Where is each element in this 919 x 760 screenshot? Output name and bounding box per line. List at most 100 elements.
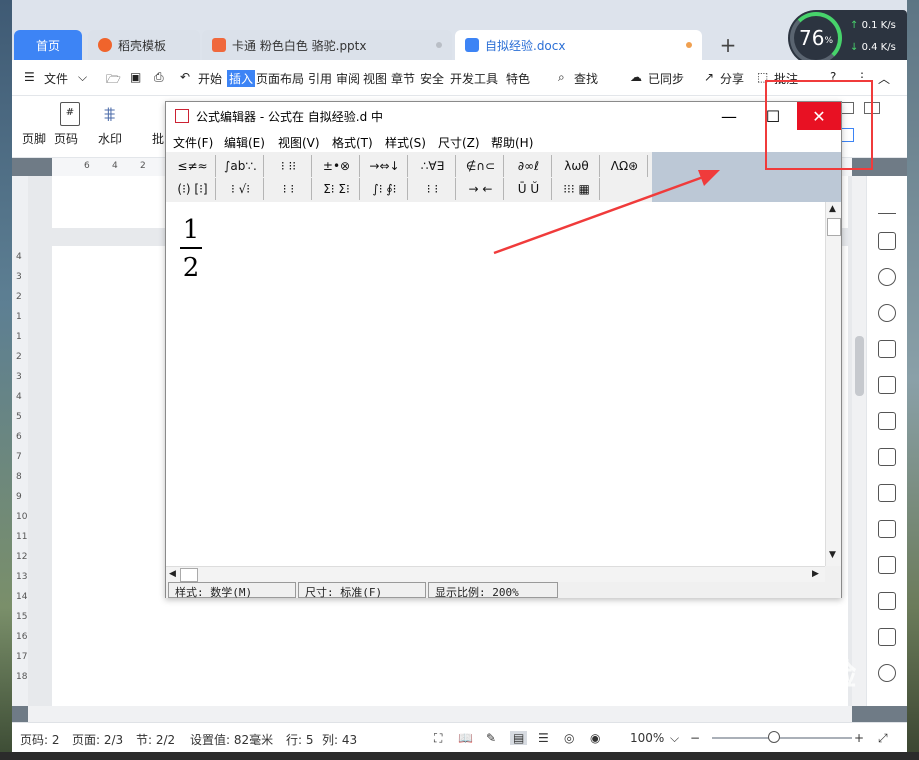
menu-review[interactable]: 审阅 — [336, 70, 360, 87]
fullscreen-icon[interactable]: ⛶ — [434, 731, 442, 746]
zoom-slider-thumb[interactable] — [768, 731, 780, 743]
scroll-up-icon[interactable]: ▲ — [829, 204, 836, 214]
eq-menu-format[interactable]: 格式(T) — [332, 134, 373, 151]
equation-horizontal-scrollbar[interactable]: ◀ ▶ — [166, 566, 825, 582]
status-section[interactable]: 节: 2/2 — [136, 731, 175, 748]
symbol-palette-embellishments[interactable]: ⁝ ⁝⁝ — [266, 155, 312, 177]
archive-icon[interactable] — [878, 592, 896, 610]
menu-search[interactable]: 查找 — [574, 70, 598, 87]
web-view-icon[interactable]: ◎ — [564, 731, 574, 745]
menu-security[interactable]: 安全 — [420, 70, 444, 87]
zoom-out-icon[interactable]: − — [690, 731, 700, 745]
equation-vertical-scrollbar[interactable]: ▲ ▼ — [825, 202, 841, 566]
layers-icon[interactable] — [878, 340, 896, 358]
equation-canvas[interactable] — [166, 202, 825, 566]
page-number-button[interactable]: 页码 — [54, 130, 78, 147]
horizontal-scrollbar[interactable] — [28, 706, 852, 722]
sliders-icon[interactable] — [878, 448, 896, 466]
outline-icon[interactable]: ☰ — [538, 731, 549, 745]
template-palette-scripts[interactable]: ⁝ ⁝ — [266, 178, 312, 200]
symbol-palette-greek-lower[interactable]: λωθ — [554, 155, 600, 177]
status-pages[interactable]: 页面: 2/3 — [72, 731, 123, 748]
shield-icon[interactable] — [878, 664, 896, 682]
status-row[interactable]: 行: 5 — [286, 731, 314, 748]
tab-docx-file[interactable]: 自拟经验.docx — [455, 30, 702, 60]
template-palette-bars[interactable]: ⁝ ⁝ — [410, 178, 456, 200]
fraction-numerator[interactable]: 1 — [180, 215, 202, 245]
zoom-in-icon[interactable]: + — [854, 731, 864, 745]
tab-home[interactable]: 首页 — [14, 30, 82, 60]
eq-menu-style[interactable]: 样式(S) — [385, 134, 426, 151]
symbol-palette-misc[interactable]: ∂∞ℓ — [506, 155, 552, 177]
menu-view[interactable]: 视图 — [363, 70, 387, 87]
read-mode-icon[interactable]: 📖 — [458, 731, 473, 745]
scroll-right-icon[interactable]: ▶ — [812, 569, 819, 579]
export-icon[interactable] — [878, 520, 896, 538]
symbol-palette-arrows[interactable]: →⇔↓ — [362, 155, 408, 177]
eq-menu-edit[interactable]: 编辑(E) — [224, 134, 265, 151]
minimize-button[interactable]: — — [707, 102, 751, 130]
vertical-scrollbar[interactable] — [852, 176, 866, 706]
picture-icon[interactable] — [878, 628, 896, 646]
eye-protect-icon[interactable]: ◉ — [590, 731, 600, 745]
tab-pptx-file[interactable]: 卡通 粉色白色 骆驼.pptx — [202, 30, 452, 60]
translate-icon[interactable] — [878, 556, 896, 574]
template-palette-sums[interactable]: Σ⁝ Σ⁝ — [314, 178, 360, 200]
scroll-thumb[interactable] — [180, 568, 198, 582]
symbol-palette-relations[interactable]: ≤≠≈ — [170, 155, 216, 177]
scroll-left-icon[interactable]: ◀ — [169, 569, 176, 579]
eq-menu-help[interactable]: 帮助(H) — [491, 134, 533, 151]
open-icon[interactable]: 🗁 — [106, 70, 121, 91]
tab-docer-templates[interactable]: 稻壳模板 — [88, 30, 200, 60]
fraction-denominator[interactable]: 2 — [180, 253, 202, 283]
edit-icon[interactable]: ✎ — [486, 731, 496, 745]
grid-icon[interactable] — [878, 376, 896, 394]
save-icon[interactable]: ▣ — [130, 70, 141, 84]
scroll-down-icon[interactable]: ▼ — [829, 550, 836, 560]
collapse-ribbon-icon[interactable]: ︿ — [878, 70, 890, 87]
template-palette-labeled-arrows[interactable]: → ← — [458, 178, 504, 200]
chevron-down-icon[interactable]: ⌵ — [78, 70, 87, 85]
menu-section[interactable]: 章节 — [391, 70, 415, 87]
eq-menu-view[interactable]: 视图(V) — [278, 134, 320, 151]
zoom-slider[interactable] — [712, 737, 852, 739]
scroll-thumb[interactable] — [827, 218, 841, 236]
pointer-icon[interactable] — [878, 232, 896, 250]
eq-menu-file[interactable]: 文件(F) — [173, 134, 213, 151]
eq-menu-size[interactable]: 尺寸(Z) — [438, 134, 480, 151]
image-icon[interactable] — [878, 484, 896, 502]
sync-status[interactable]: 已同步 — [648, 70, 684, 87]
print-icon[interactable]: ⎙ — [154, 70, 164, 85]
equation-editor-titlebar[interactable]: 公式编辑器 - 公式在 自拟经验.d 中 — ☐ ✕ — [166, 102, 841, 130]
template-palette-fractions[interactable]: ⁝ √⁝ — [218, 178, 264, 200]
share-button[interactable]: 分享 — [720, 70, 744, 87]
pen-icon[interactable] — [878, 196, 896, 214]
search-icon[interactable]: ⌕ — [558, 70, 565, 85]
badge-icon[interactable] — [878, 268, 896, 286]
chart-icon[interactable] — [878, 412, 896, 430]
menu-reference[interactable]: 引用 — [308, 70, 332, 87]
menu-special[interactable]: 特色 — [506, 70, 530, 87]
fit-window-icon[interactable]: ⤢ — [878, 731, 888, 746]
symbol-palette-sets[interactable]: ∉∩⊂ — [458, 155, 504, 177]
status-col[interactable]: 列: 43 — [322, 731, 357, 748]
symbol-palette-greek-upper[interactable]: ΛΩ⊛ — [602, 155, 648, 177]
symbol-palette-spaces[interactable]: ∫ab∵. — [218, 155, 264, 177]
menu-insert[interactable]: 插入 — [227, 70, 256, 87]
symbol-palette-logic[interactable]: ∴∀∃ — [410, 155, 456, 177]
zoom-level[interactable]: 100% — [630, 731, 664, 745]
menu-page-layout[interactable]: 页面布局 — [256, 70, 304, 87]
symbol-palette-operators[interactable]: ±•⊗ — [314, 155, 360, 177]
status-page-code[interactable]: 页码: 2 — [20, 731, 60, 748]
watermark-button[interactable]: 水印 — [98, 130, 122, 147]
hamburger-icon[interactable]: ☰ — [24, 70, 35, 84]
menu-devtools[interactable]: 开发工具 — [450, 70, 498, 87]
scroll-thumb[interactable] — [855, 336, 864, 396]
equation-editor-window[interactable]: 公式编辑器 - 公式在 自拟经验.d 中 — ☐ ✕ 文件(F) 编辑(E) 视… — [165, 101, 842, 599]
footer-button[interactable]: 页脚 — [22, 130, 46, 147]
menu-start[interactable]: 开始 — [198, 70, 222, 87]
template-palette-products[interactable]: Ū Ŭ — [506, 178, 552, 200]
new-tab-button[interactable]: + — [714, 30, 742, 60]
fraction[interactable]: 1 2 — [180, 215, 202, 283]
page-view-icon[interactable]: ▤ — [510, 731, 528, 745]
